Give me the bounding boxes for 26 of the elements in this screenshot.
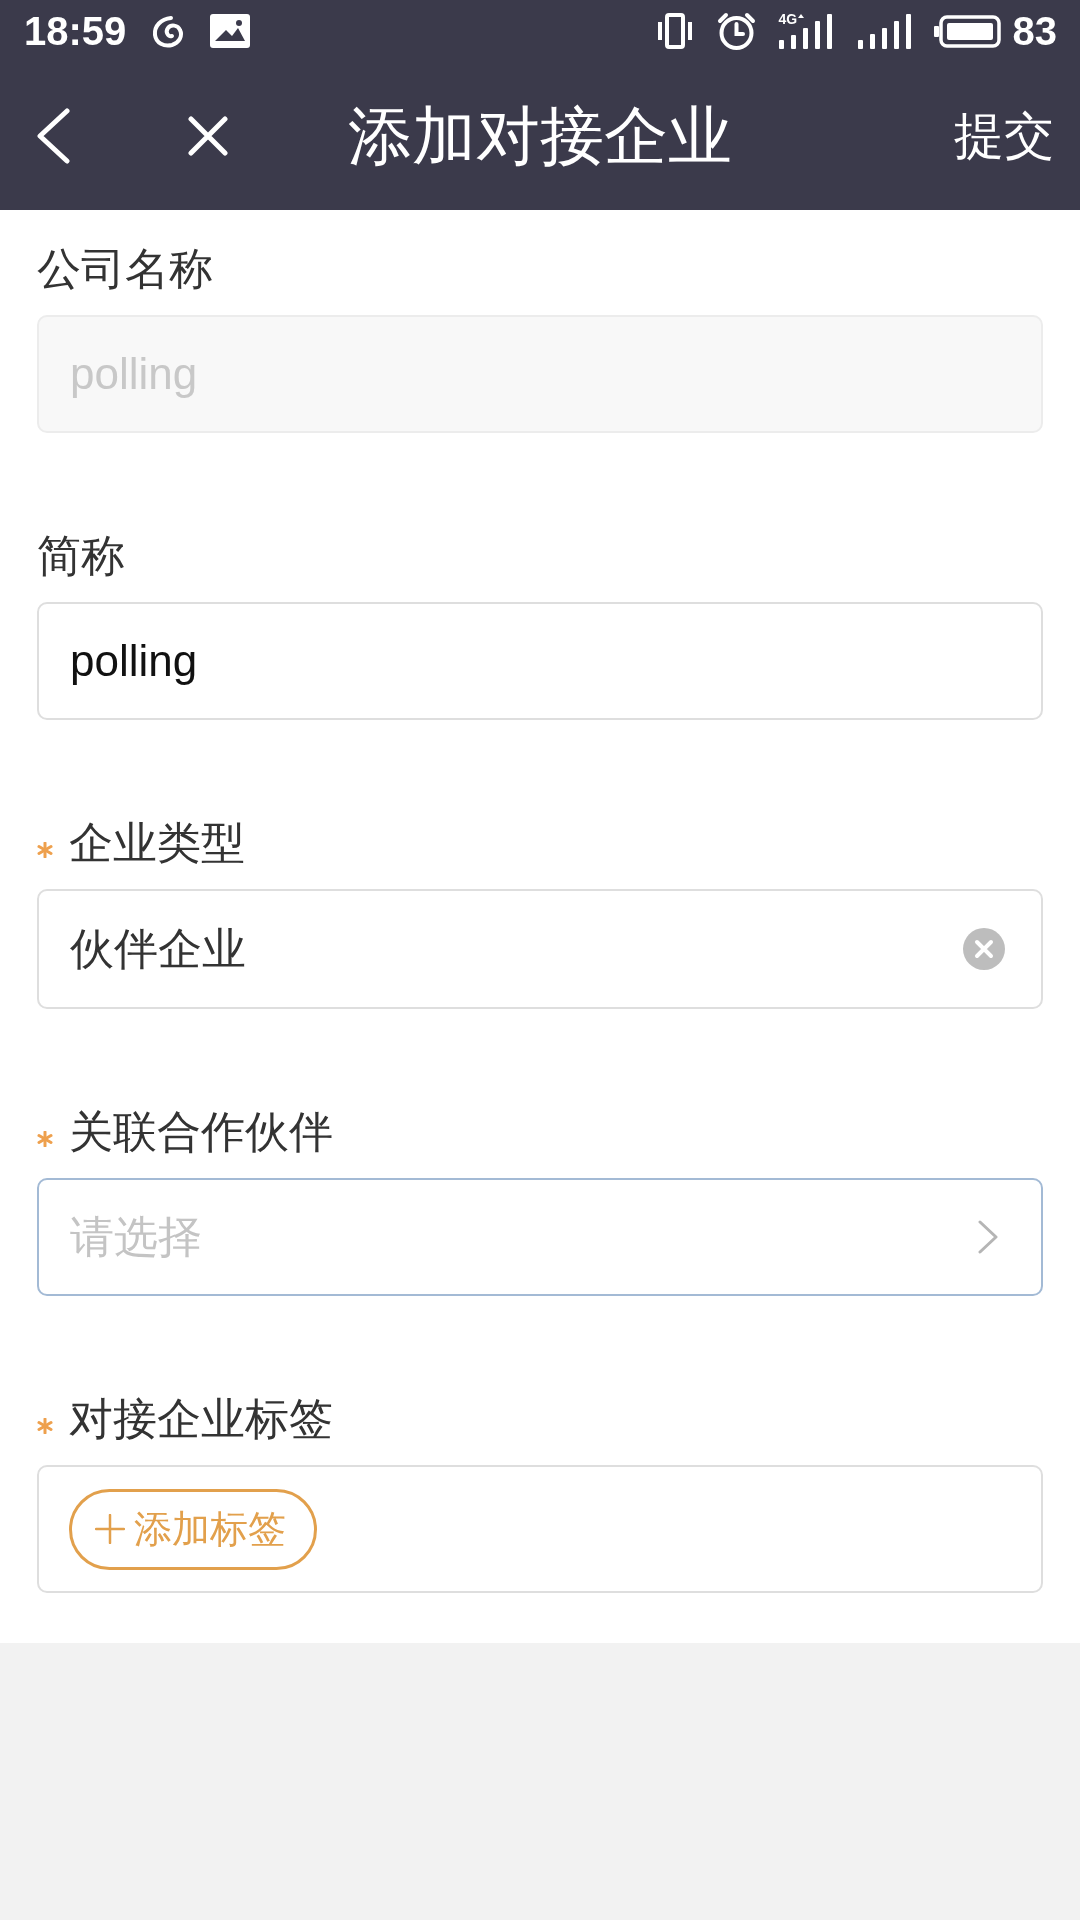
battery-percent: 83 bbox=[1012, 11, 1057, 51]
field-label: 简称 bbox=[37, 530, 125, 582]
field-label: 对接企业标签 bbox=[69, 1393, 333, 1445]
close-icon bbox=[188, 116, 228, 156]
battery-icon bbox=[933, 14, 1001, 48]
tag-field[interactable]: 添加标签 bbox=[37, 1465, 1043, 1593]
submit-button[interactable]: 提交 bbox=[954, 111, 1054, 161]
select-field[interactable]: 伙伴企业 bbox=[37, 889, 1043, 1009]
image-icon bbox=[210, 14, 251, 48]
chevron-right-icon bbox=[977, 1220, 999, 1254]
plus-icon bbox=[95, 1514, 125, 1544]
network-type-label: 4G bbox=[778, 12, 798, 26]
alarm-clock-icon bbox=[716, 11, 756, 51]
vibrate-icon bbox=[656, 13, 693, 49]
field-label: 公司名称 bbox=[37, 243, 213, 295]
signal-icon bbox=[857, 13, 911, 49]
status-time: 18:59 bbox=[24, 11, 127, 51]
signal-icon bbox=[778, 13, 834, 49]
field-label: 企业类型 bbox=[69, 817, 245, 869]
chevron-left-icon bbox=[36, 108, 70, 164]
clear-icon bbox=[963, 928, 1005, 970]
field-label: 关联合作伙伴 bbox=[69, 1106, 333, 1158]
page-title: 添加对接企业 bbox=[348, 104, 732, 168]
add-tag-button[interactable]: 添加标签 bbox=[69, 1488, 317, 1570]
select-field[interactable]: 请选择 bbox=[37, 1178, 1043, 1296]
input-field[interactable]: polling bbox=[37, 602, 1043, 720]
